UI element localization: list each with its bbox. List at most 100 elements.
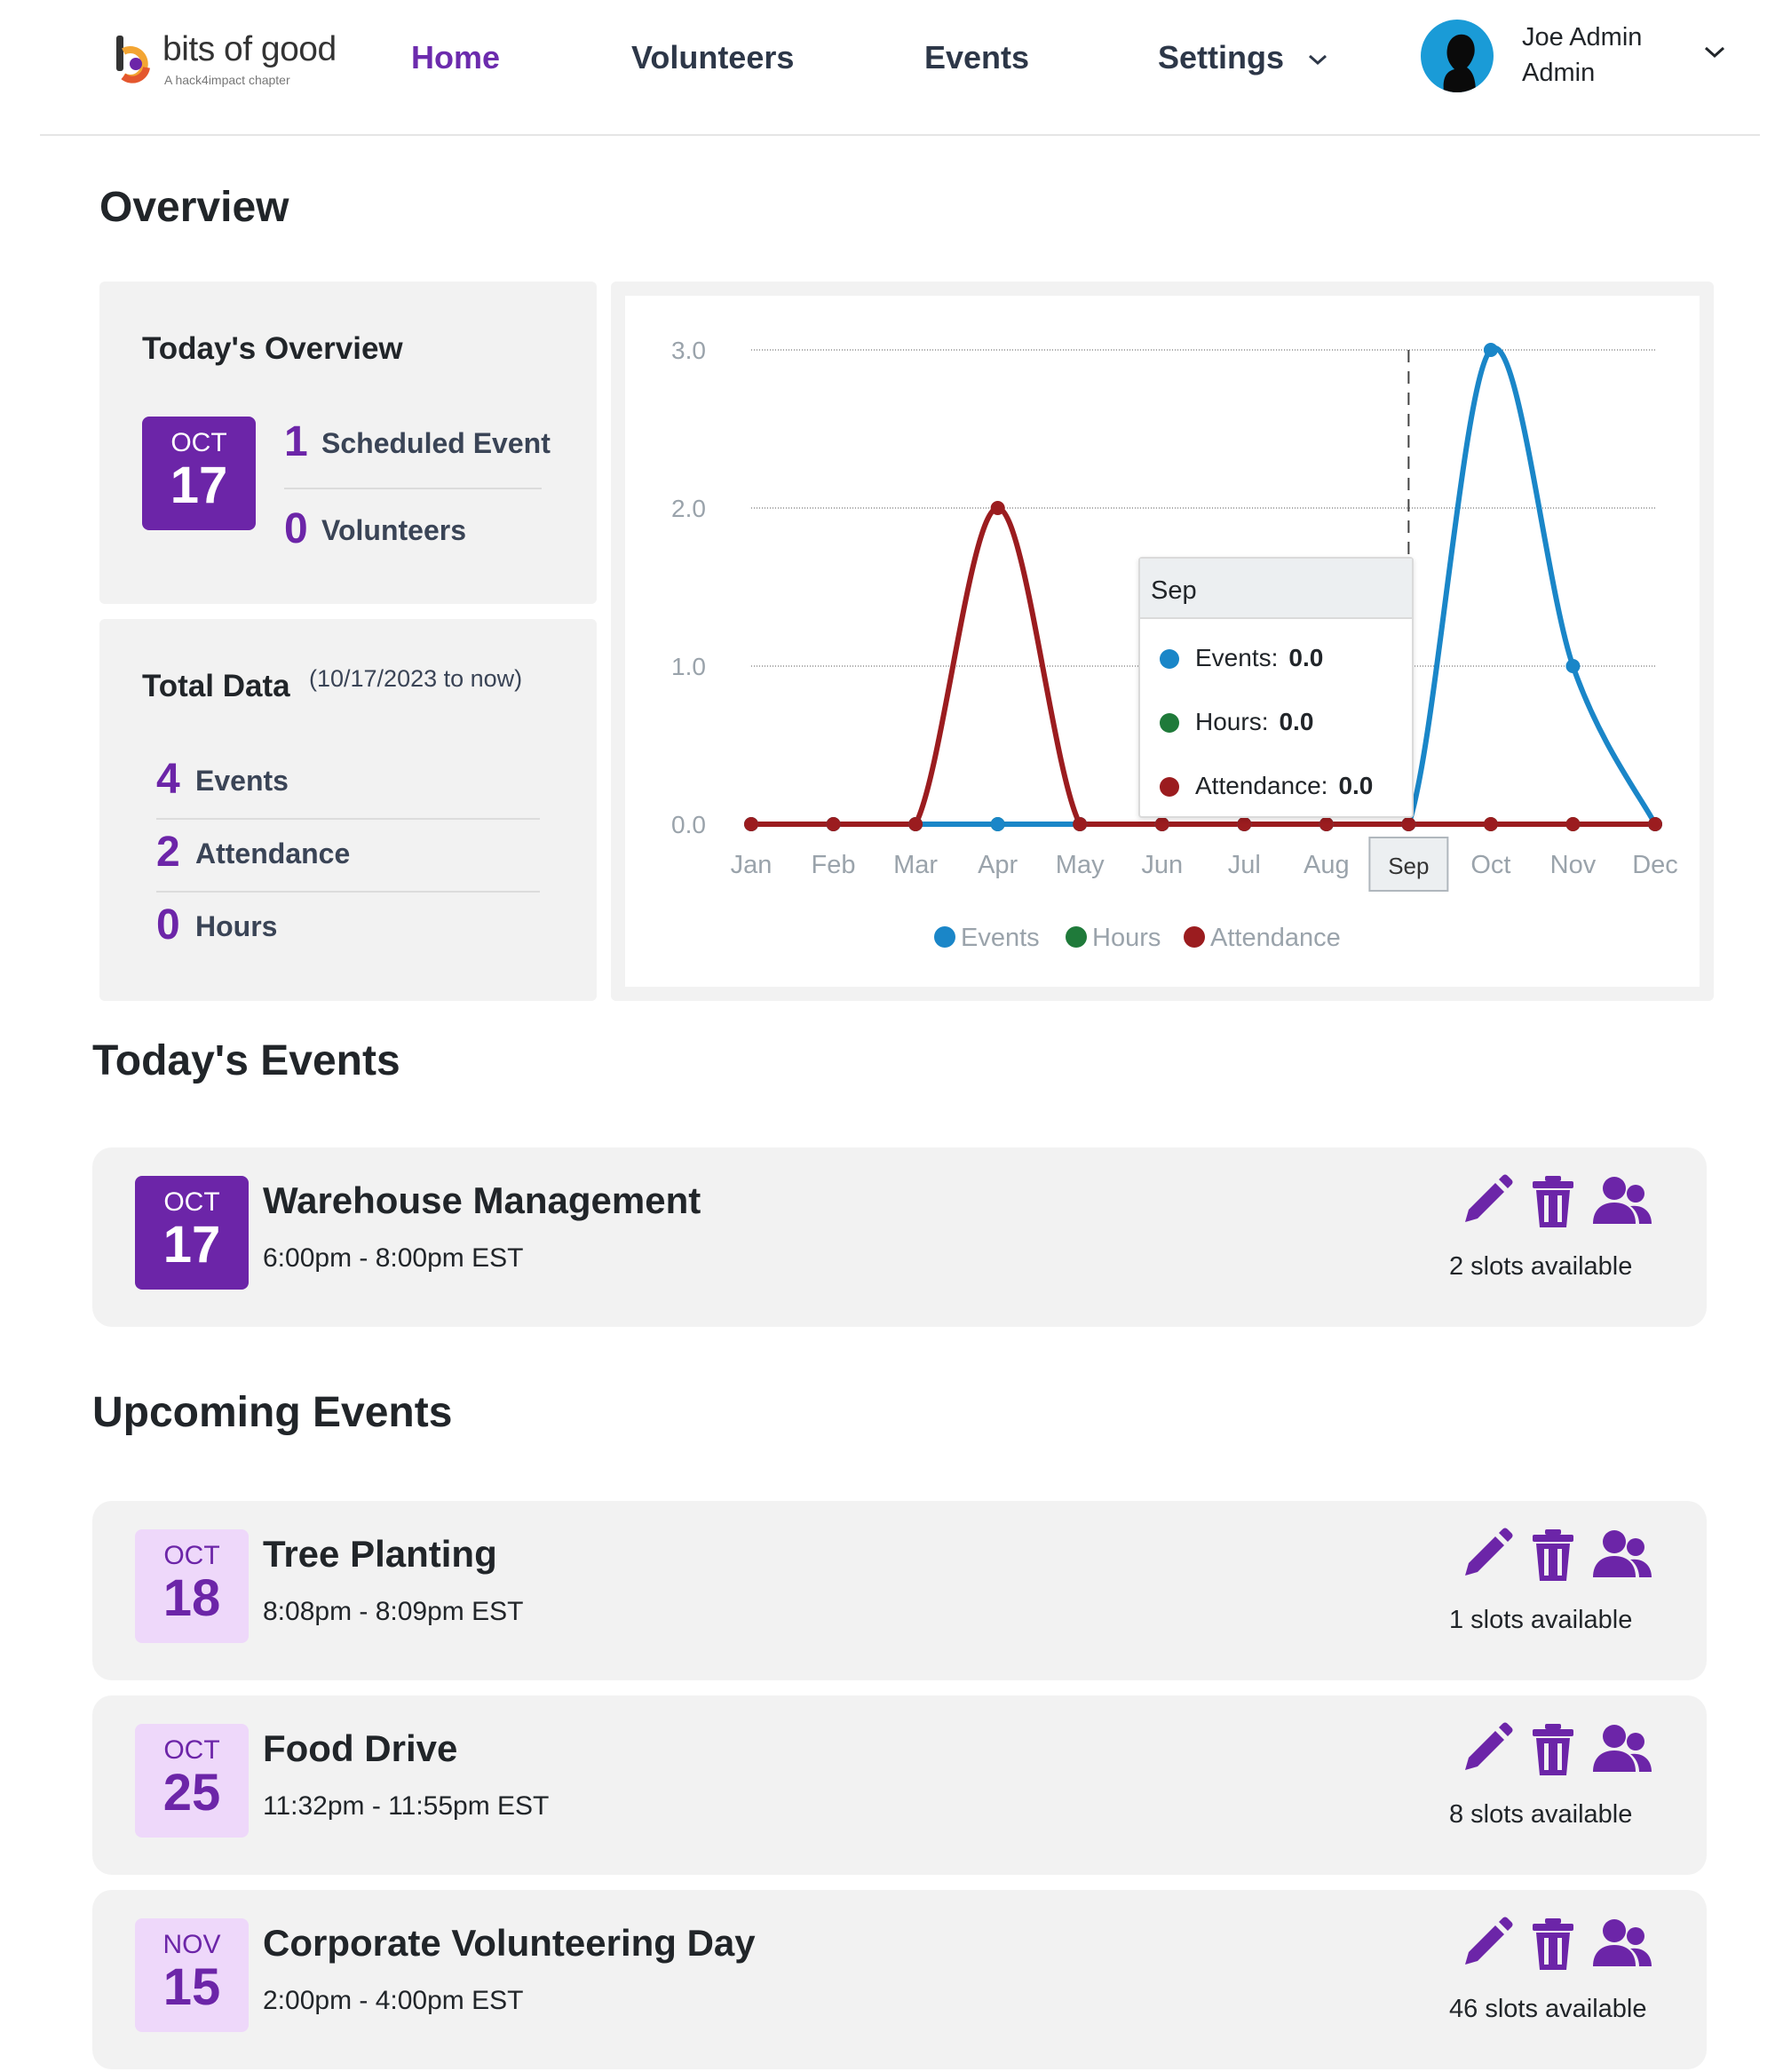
pencil-icon[interactable] <box>1458 1917 1513 1972</box>
legend-label: Events <box>961 924 1040 952</box>
x-tick-label: Jun <box>1141 851 1183 879</box>
date-badge-day: 15 <box>162 1958 221 2016</box>
slots-available: 46 slots available <box>1449 1995 1647 2023</box>
user-silhouette-icon <box>1443 34 1476 92</box>
tooltip-value: 0.0 <box>1288 644 1324 671</box>
volunteers-label: Volunteers <box>321 514 466 546</box>
date-badge-day: 25 <box>162 1764 221 1822</box>
data-point-attendance <box>1648 817 1662 831</box>
data-point-events <box>1565 659 1581 673</box>
x-tick-label: Nov <box>1550 851 1597 879</box>
trash-icon[interactable] <box>1531 1174 1575 1229</box>
user-name: Joe Admin <box>1522 23 1643 52</box>
data-point-events <box>990 817 1005 831</box>
slots-available: 2 slots available <box>1449 1252 1633 1281</box>
event-date-badge: NOV 15 <box>135 1918 249 2032</box>
tooltip-label: Events: <box>1195 644 1279 671</box>
data-point-attendance <box>1073 817 1088 831</box>
stat-divider <box>284 488 542 489</box>
nav-link-events[interactable]: Events <box>924 39 1029 76</box>
total-attendance-stat: 2 Attendance <box>156 829 440 882</box>
volunteers-count: 0 <box>284 505 308 552</box>
chart-area[interactable]: 0.0 1.0 2.0 3.0 Jan Feb Mar Apr May Jun Jul Aug Sep O… <box>625 296 1700 987</box>
data-point-attendance <box>1154 817 1169 831</box>
data-point-attendance <box>1319 817 1334 831</box>
data-point-attendance <box>1565 817 1581 831</box>
today-date-badge: OCT 17 <box>142 417 256 530</box>
event-card[interactable]: OCT 18 Tree Planting 8:08pm - 8:09pm EST… <box>92 1501 1707 1680</box>
nav-link-volunteers[interactable]: Volunteers <box>631 39 794 76</box>
event-actions <box>1451 1722 1682 1784</box>
total-attendance-label: Attendance <box>195 838 351 869</box>
todays-overview-title: Today's Overview <box>142 331 403 366</box>
users-icon[interactable] <box>1593 1722 1652 1777</box>
data-point-attendance <box>1483 817 1498 831</box>
y-tick-label: 3.0 <box>671 337 706 364</box>
bits-of-good-logo[interactable]: bits of good A hack4impact chapter <box>115 30 399 92</box>
total-data-range: (10/17/2023 to now) <box>309 665 523 692</box>
users-icon[interactable] <box>1593 1528 1652 1583</box>
total-events-label: Events <box>195 765 289 797</box>
date-badge-month: OCT <box>163 1735 220 1765</box>
logo-subtitle: A hack4impact chapter <box>164 73 290 87</box>
trash-icon[interactable] <box>1531 1722 1575 1777</box>
slots-available: 1 slots available <box>1449 1606 1633 1634</box>
data-point-attendance <box>744 817 758 831</box>
event-title: Food Drive <box>263 1727 458 1769</box>
event-title: Tree Planting <box>263 1533 497 1575</box>
date-badge-month: OCT <box>170 428 227 457</box>
y-tick-label: 1.0 <box>671 653 706 680</box>
data-point-events <box>1483 343 1498 357</box>
event-actions <box>1451 1174 1682 1236</box>
event-date-badge: OCT 18 <box>135 1529 249 1643</box>
date-badge-month: OCT <box>163 1187 220 1217</box>
pencil-icon[interactable] <box>1458 1174 1513 1229</box>
user-menu[interactable]: Joe Admin Admin <box>1421 20 1740 94</box>
event-title: Warehouse Management <box>263 1179 701 1221</box>
y-tick-label: 0.0 <box>671 811 706 838</box>
logo-text: bits of good <box>162 30 337 68</box>
tooltip-label: Hours: <box>1195 708 1269 735</box>
event-title: Corporate Volunteering Day <box>263 1922 756 1964</box>
legend-dot <box>1160 649 1179 669</box>
total-data-card: Total Data (10/17/2023 to now) 4 Events … <box>99 619 597 1001</box>
tooltip-row-events: Events: 0.0 <box>1160 644 1323 672</box>
scheduled-event-label: Scheduled Event <box>321 427 551 459</box>
total-hours-count: 0 <box>156 901 180 949</box>
nav-link-home[interactable]: Home <box>411 39 500 76</box>
avatar <box>1421 20 1494 92</box>
legend-marker <box>934 926 955 948</box>
date-badge-month: OCT <box>163 1541 220 1570</box>
date-badge-day: 18 <box>162 1569 221 1627</box>
total-hours-stat: 0 Hours <box>156 901 440 955</box>
legend-dot <box>1160 713 1179 733</box>
legend-label: Hours <box>1092 924 1161 952</box>
total-data-title: Total Data <box>142 669 290 703</box>
event-card[interactable]: OCT 17 Warehouse Management 6:00pm - 8:0… <box>92 1147 1707 1327</box>
x-tick-label: Mar <box>893 851 938 879</box>
pencil-icon[interactable] <box>1458 1722 1513 1777</box>
users-icon[interactable] <box>1593 1917 1652 1972</box>
trash-icon[interactable] <box>1531 1528 1575 1583</box>
total-attendance-count: 2 <box>156 829 180 876</box>
tooltip-title: Sep <box>1140 559 1412 619</box>
users-icon[interactable] <box>1593 1174 1652 1229</box>
logo-mark-icon <box>116 36 150 83</box>
trash-icon[interactable] <box>1531 1917 1575 1972</box>
event-time: 2:00pm - 4:00pm EST <box>263 1986 524 2015</box>
event-date-badge: OCT 25 <box>135 1724 249 1838</box>
nav-link-settings[interactable]: Settings <box>1158 39 1328 76</box>
tooltip-row-attendance: Attendance: 0.0 <box>1160 772 1373 800</box>
event-card[interactable]: NOV 15 Corporate Volunteering Day 2:00pm… <box>92 1890 1707 2069</box>
x-tick-label: May <box>1056 851 1105 879</box>
legend-dot <box>1160 777 1179 797</box>
y-tick-label: 2.0 <box>671 495 706 522</box>
x-tick-label: Sep <box>1388 853 1429 879</box>
event-card[interactable]: OCT 25 Food Drive 11:32pm - 11:55pm EST … <box>92 1695 1707 1875</box>
event-time: 6:00pm - 8:00pm EST <box>263 1243 524 1273</box>
data-point-attendance <box>1237 817 1252 831</box>
tooltip-label: Attendance: <box>1195 772 1328 799</box>
slots-available: 8 slots available <box>1449 1800 1633 1829</box>
pencil-icon[interactable] <box>1458 1528 1513 1583</box>
x-tick-label: Dec <box>1632 851 1678 879</box>
